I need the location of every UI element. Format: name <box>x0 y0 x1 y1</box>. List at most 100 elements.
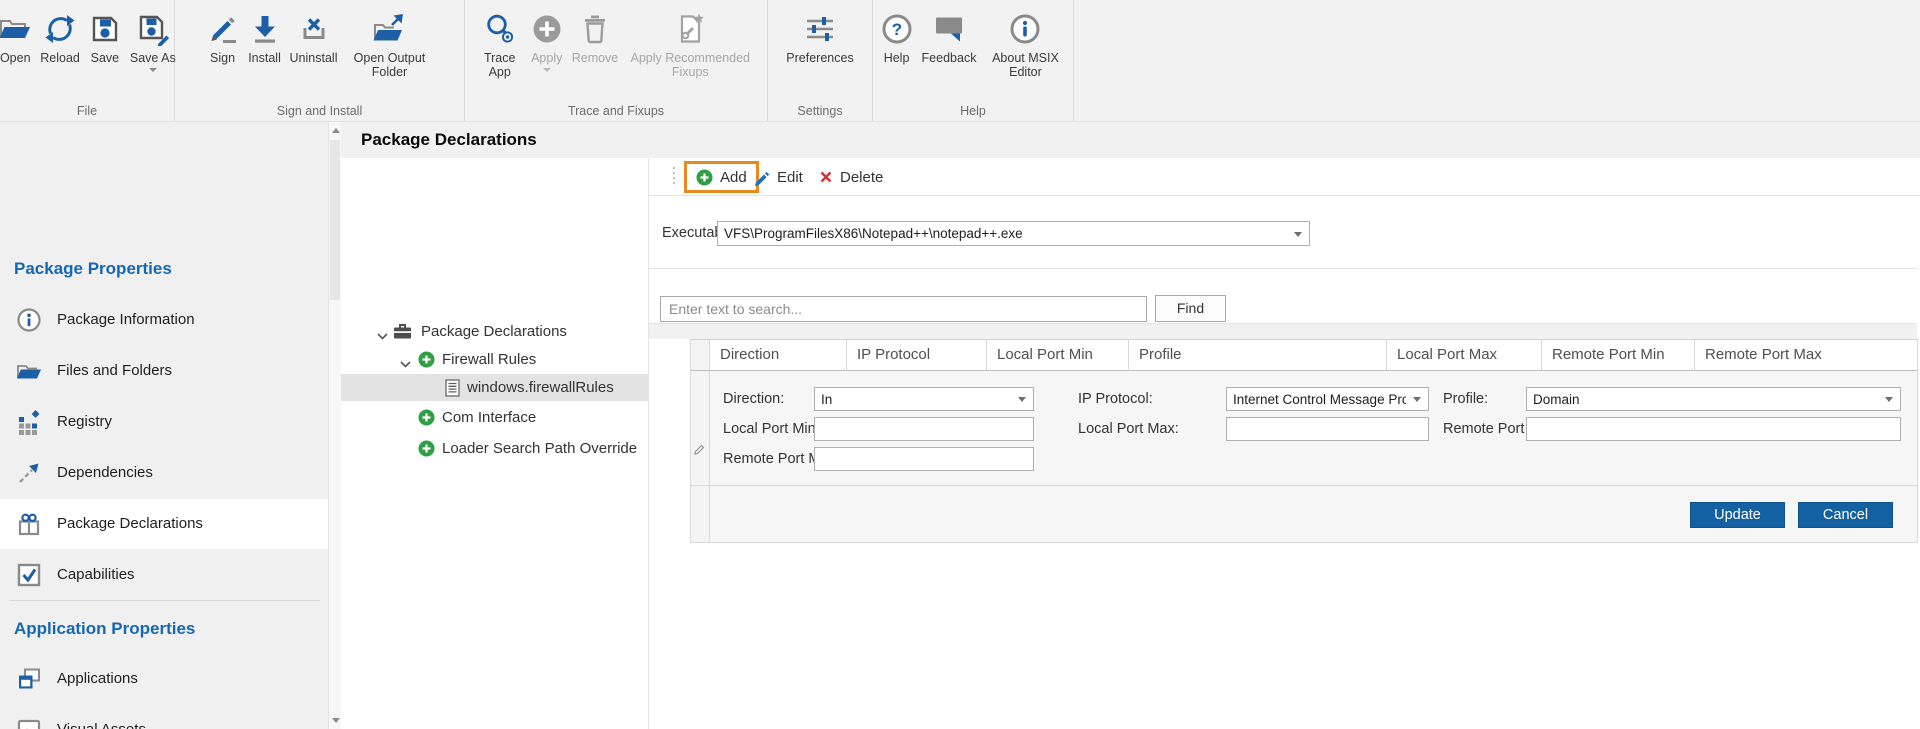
registry-icon <box>16 409 42 435</box>
ribbon-group-sign-and-install: Sign Install Uninstall <box>175 0 465 121</box>
tree-node-loader-search-path-override[interactable]: Loader Search Path Override <box>341 435 648 462</box>
reload-label: Reload <box>40 51 80 65</box>
firewall-rules-panel: Add Edit Delete Executable VFS\ProgramFi… <box>649 158 1920 729</box>
tree-node-label: Firewall Rules <box>442 346 536 373</box>
direction-combo[interactable]: In <box>814 387 1034 411</box>
uninstall-icon <box>297 7 331 51</box>
column-header-local-port-min[interactable]: Local Port Min <box>986 340 1128 370</box>
chevron-down-icon[interactable] <box>377 327 388 345</box>
edit-row-indicator <box>691 371 710 542</box>
direction-label: Direction: <box>723 387 784 411</box>
reload-icon <box>43 7 77 51</box>
update-button[interactable]: Update <box>1690 502 1785 528</box>
open-output-folder-icon <box>372 7 406 51</box>
save-as-button[interactable]: Save As <box>128 7 178 72</box>
sidebar-item-dependencies[interactable]: Dependencies <box>0 448 328 498</box>
ip-protocol-combo[interactable]: Internet Control Message Protocol v4 (I.… <box>1226 387 1429 411</box>
trace-app-button[interactable]: Trace App <box>476 7 524 79</box>
green-plus-icon <box>418 409 435 431</box>
help-label: Help <box>884 51 910 65</box>
column-header-remote-port-max[interactable]: Remote Port Max <box>1694 340 1917 370</box>
package-declarations-icon <box>16 511 42 537</box>
open-output-folder-button[interactable]: Open Output Folder <box>343 7 435 79</box>
profile-combo-value: Domain <box>1533 392 1580 407</box>
sidebar-item-label: Files and Folders <box>57 346 172 396</box>
remote-port-max-input[interactable] <box>814 447 1034 471</box>
feedback-bubble-icon <box>932 7 966 51</box>
apply-button[interactable]: Apply <box>528 7 566 72</box>
section-divider <box>649 268 1917 269</box>
sidebar-item-registry[interactable]: Registry <box>0 397 328 447</box>
sidebar-item-package-declarations[interactable]: Package Declarations <box>0 499 328 549</box>
files-and-folders-icon <box>16 358 42 384</box>
preferences-button[interactable]: Preferences <box>784 7 855 65</box>
apply-dropdown-chevron-icon[interactable] <box>543 68 551 72</box>
sidebar-item-visual-assets[interactable]: Visual Assets <box>0 705 328 729</box>
local-port-max-input[interactable] <box>1226 417 1429 441</box>
remove-trash-icon <box>578 7 612 51</box>
tree-node-package-declarations[interactable]: Package Declarations <box>341 318 648 345</box>
local-port-min-input[interactable] <box>814 417 1034 441</box>
feedback-button[interactable]: Feedback <box>920 7 979 65</box>
remote-port-min-input[interactable] <box>1526 417 1901 441</box>
executable-combo[interactable]: VFS\ProgramFilesX86\Notepad++\notepad++.… <box>717 221 1310 246</box>
scrollbar-down-arrow-icon[interactable] <box>332 718 340 723</box>
ribbon-group-help: ? Help Feedback About MSIX Editor <box>873 0 1074 121</box>
apply-recommended-fixups-label: Apply Recommended Fixups <box>626 51 754 79</box>
about-msix-editor-button[interactable]: About MSIX Editor <box>982 7 1068 79</box>
sign-pencil-icon <box>206 7 240 51</box>
tree-node-label: Loader Search Path Override <box>442 435 637 462</box>
find-button[interactable]: Find <box>1155 295 1226 322</box>
chevron-down-icon[interactable] <box>400 355 411 373</box>
column-header-direction[interactable]: Direction <box>709 340 846 370</box>
toolbar-grip-handle[interactable] <box>673 167 675 184</box>
scrollbar-thumb[interactable] <box>330 140 340 300</box>
tree-node-label: windows.firewallRules <box>467 374 614 401</box>
install-button[interactable]: Install <box>246 7 284 65</box>
tree-node-com-interface[interactable]: Com Interface <box>341 404 648 431</box>
sidebar-scrollbar[interactable] <box>328 122 341 729</box>
sign-button[interactable]: Sign <box>204 7 242 65</box>
column-header-ip-protocol[interactable]: IP Protocol <box>846 340 986 370</box>
apply-label: Apply <box>531 51 562 65</box>
column-header-profile[interactable]: Profile <box>1128 340 1386 370</box>
rules-toolbar: Add Edit Delete <box>649 158 1920 196</box>
trace-app-magnifier-icon <box>483 7 517 51</box>
tree-node-windows-firewallrules[interactable]: windows.firewallRules <box>341 374 648 401</box>
uninstall-button[interactable]: Uninstall <box>288 7 340 65</box>
add-button[interactable]: Add <box>684 161 759 193</box>
save-button[interactable]: Save <box>86 7 124 65</box>
edit-button[interactable]: Edit <box>753 161 803 193</box>
ip-protocol-label: IP Protocol: <box>1078 387 1153 411</box>
save-as-dropdown-chevron-icon[interactable] <box>149 68 157 72</box>
apply-recommended-fixups-button[interactable]: Apply Recommended Fixups <box>624 7 756 79</box>
sidebar-item-applications[interactable]: Applications <box>0 654 328 704</box>
tree-node-firewall-rules[interactable]: Firewall Rules <box>341 346 648 373</box>
sidebar: Package Properties Package Information F… <box>0 122 328 729</box>
install-icon <box>248 7 282 51</box>
delete-x-icon <box>819 170 833 184</box>
column-header-local-port-max[interactable]: Local Port Max <box>1386 340 1541 370</box>
apply-plus-icon <box>530 7 564 51</box>
reload-button[interactable]: Reload <box>38 7 82 65</box>
sidebar-item-capabilities[interactable]: Capabilities <box>0 550 328 600</box>
sidebar-item-package-information[interactable]: Package Information <box>0 295 328 345</box>
ribbon-group-sign-and-install-label: Sign and Install <box>175 104 464 118</box>
delete-button[interactable]: Delete <box>819 161 883 193</box>
editing-pencil-icon <box>694 443 706 455</box>
add-button-label: Add <box>720 169 747 186</box>
open-button[interactable]: Open <box>0 7 34 65</box>
search-input[interactable] <box>660 296 1147 322</box>
executable-combo-value: VFS\ProgramFilesX86\Notepad++\notepad++.… <box>724 226 1023 241</box>
save-icon <box>88 7 122 51</box>
page-title: Package Declarations <box>361 122 537 158</box>
column-header-remote-port-min[interactable]: Remote Port Min <box>1541 340 1694 370</box>
sidebar-item-files-and-folders[interactable]: Files and Folders <box>0 346 328 396</box>
direction-combo-value: In <box>821 392 832 407</box>
cancel-button[interactable]: Cancel <box>1798 502 1893 528</box>
scrollbar-up-arrow-icon[interactable] <box>332 128 340 133</box>
package-information-icon <box>16 307 42 333</box>
profile-combo[interactable]: Domain <box>1526 387 1901 411</box>
help-button[interactable]: ? Help <box>878 7 916 65</box>
remove-button[interactable]: Remove <box>570 7 621 65</box>
